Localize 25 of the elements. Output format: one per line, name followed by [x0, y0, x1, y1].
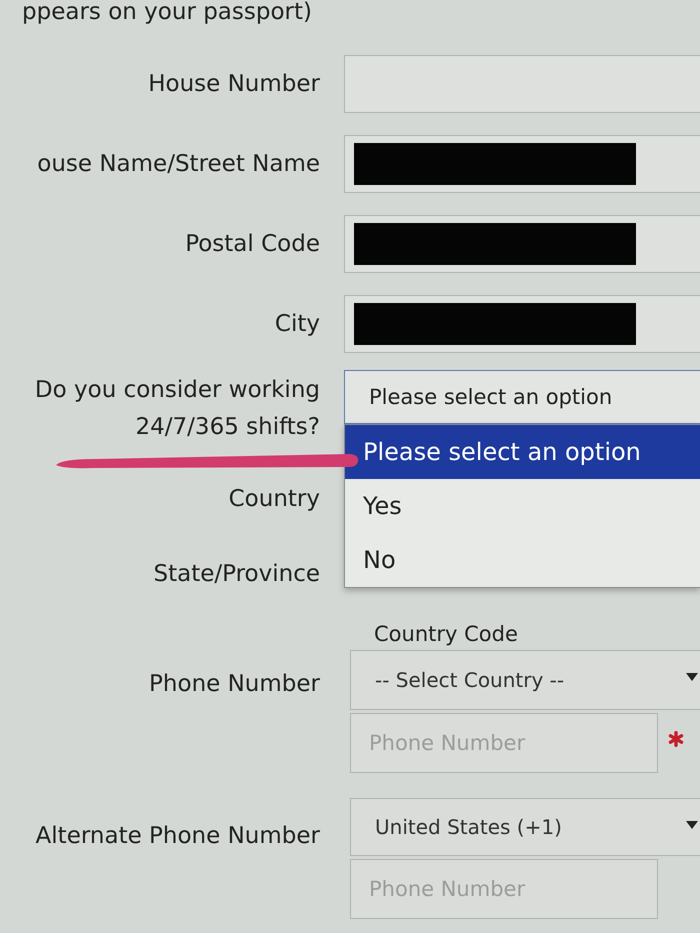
dropdown-option[interactable]: Please select an option	[345, 425, 700, 479]
dropdown-option[interactable]: Yes	[345, 479, 700, 533]
field-label: Phone Number	[149, 670, 320, 698]
caret-icon	[686, 673, 698, 681]
text-field[interactable]	[344, 135, 700, 193]
phone-input[interactable]: Phone Number	[350, 713, 658, 773]
field-label: Alternate Phone Number	[36, 822, 320, 850]
text-field[interactable]	[344, 295, 700, 353]
field-label: Country Code	[373, 621, 518, 648]
text-field[interactable]	[344, 55, 700, 113]
text-field[interactable]	[344, 215, 700, 273]
country-select[interactable]: -- Select Country --	[350, 650, 700, 710]
field-label: Postal Code	[184, 230, 320, 258]
field-label: City	[274, 310, 320, 338]
select-field[interactable]: Please select an option	[344, 370, 700, 424]
field-label: Do you consider working 24/7/365 shifts?	[34, 376, 320, 442]
field-label: Country	[228, 485, 320, 513]
field-label: State/Province	[152, 560, 320, 588]
cut-off-label: ppears on your passport)	[21, 0, 312, 27]
field-label: ouse Name/Street Name	[36, 150, 320, 178]
phone-input[interactable]: Phone Number	[350, 859, 658, 919]
field-label: House Number	[147, 70, 320, 98]
caret-icon	[686, 821, 698, 829]
country-select[interactable]: United States (+1)	[350, 798, 700, 856]
dropdown-option[interactable]: No	[345, 533, 700, 587]
